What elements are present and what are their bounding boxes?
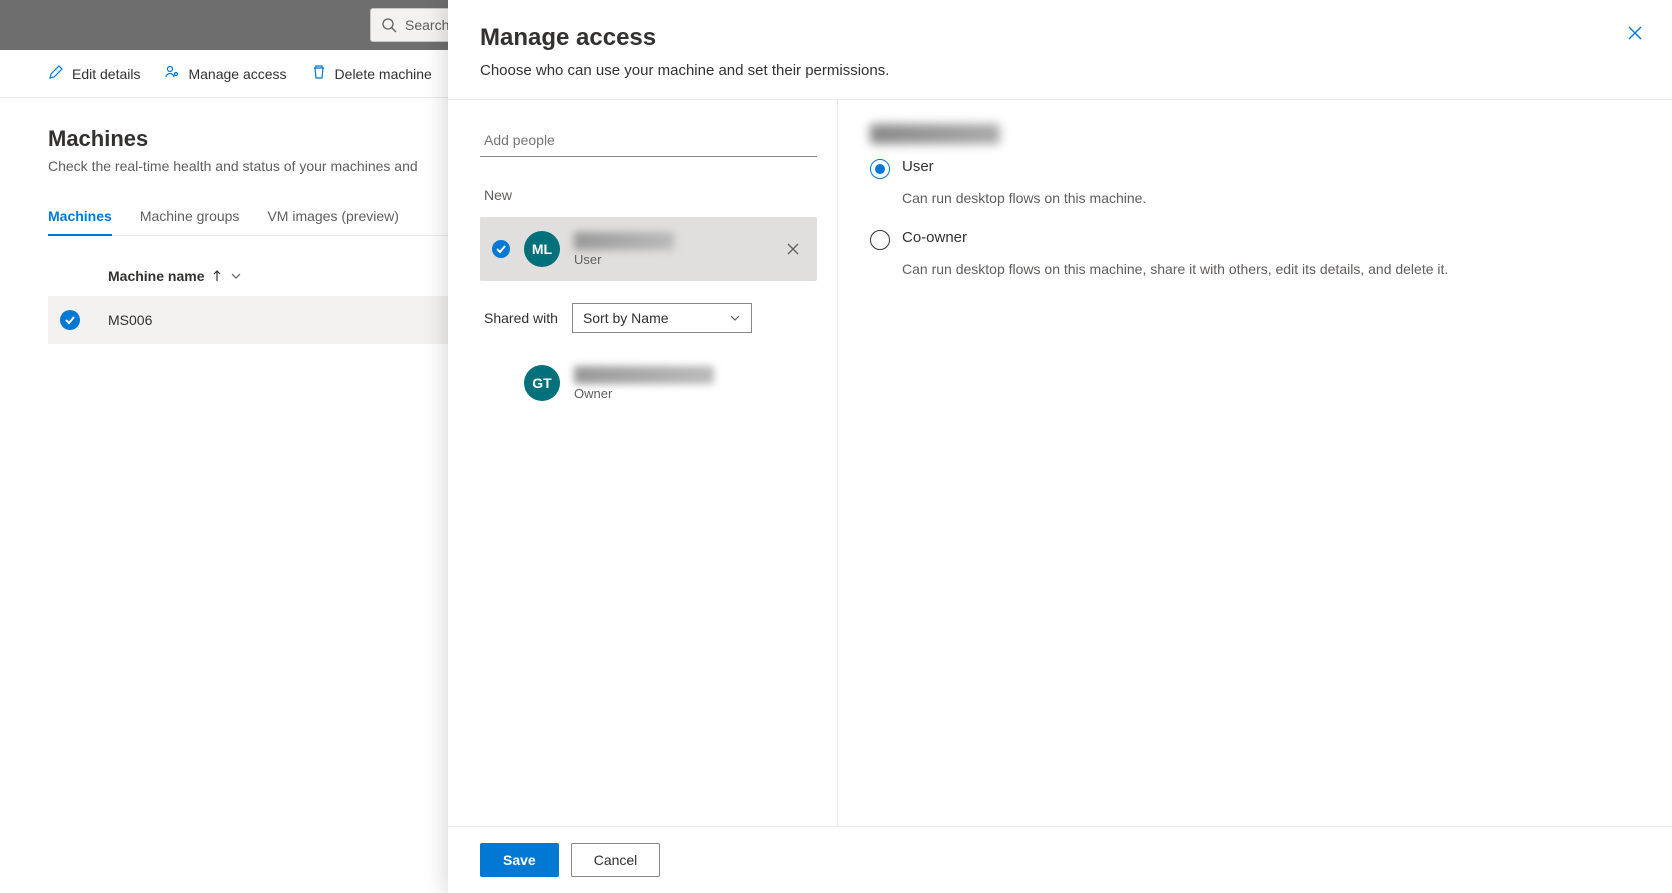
people-column: New ML User Shared with Sort by Name [448, 100, 838, 826]
permissions-column: User Can run desktop flows on this machi… [838, 100, 1672, 826]
tab-vm-images[interactable]: VM images (preview) [267, 198, 398, 236]
radio-desc-user: Can run desktop flows on this machine. [902, 189, 1462, 209]
selected-check-icon [492, 240, 510, 258]
avatar: GT [524, 365, 560, 401]
radio-input-coowner[interactable] [870, 230, 890, 250]
radio-coowner[interactable]: Co-owner [870, 229, 1640, 250]
delete-machine-button[interactable]: Delete machine [311, 64, 432, 83]
close-icon [786, 242, 800, 256]
remove-person-button[interactable] [781, 237, 805, 261]
pane-footer: Save Cancel [448, 826, 1672, 893]
add-people-input[interactable] [480, 124, 817, 157]
people-icon [164, 64, 180, 83]
pane-body: New ML User Shared with Sort by Name [448, 100, 1672, 826]
person-row-new[interactable]: ML User [480, 217, 817, 281]
person-role: Owner [574, 386, 805, 401]
shared-with-row: Shared with Sort by Name [484, 303, 817, 333]
pencil-icon [48, 64, 64, 83]
sort-by-value: Sort by Name [583, 310, 669, 326]
delete-machine-label: Delete machine [335, 66, 432, 82]
chevron-down-icon [230, 270, 242, 282]
person-info: User [574, 232, 767, 267]
column-label: Machine name [108, 268, 204, 284]
save-button[interactable]: Save [480, 843, 559, 877]
tab-machine-groups[interactable]: Machine groups [140, 198, 240, 236]
machine-name-cell: MS006 [108, 312, 152, 328]
person-name-redacted [574, 232, 674, 250]
chevron-down-icon [729, 312, 741, 324]
sort-up-icon [212, 270, 222, 282]
radio-input-user[interactable] [870, 159, 890, 179]
tab-machines[interactable]: Machines [48, 198, 112, 236]
pane-header: Manage access Choose who can use your ma… [448, 0, 1672, 100]
edit-details-label: Edit details [72, 66, 140, 82]
pane-title: Manage access [480, 24, 1640, 52]
row-selected-check-icon[interactable] [60, 310, 80, 330]
close-button[interactable] [1626, 24, 1644, 45]
section-new-label: New [484, 187, 817, 203]
search-icon [381, 17, 397, 33]
close-icon [1626, 24, 1644, 42]
radio-user[interactable]: User [870, 158, 1640, 179]
radio-desc-coowner: Can run desktop flows on this machine, s… [902, 260, 1462, 280]
trash-icon [311, 64, 327, 83]
person-row-shared[interactable]: GT Owner [480, 351, 817, 415]
manage-access-label: Manage access [188, 66, 286, 82]
selected-person-name-redacted [870, 124, 1000, 144]
shared-with-label: Shared with [484, 310, 558, 326]
cancel-button[interactable]: Cancel [571, 843, 661, 877]
avatar: ML [524, 231, 560, 267]
manage-access-pane: Manage access Choose who can use your ma… [448, 0, 1672, 893]
person-name-redacted [574, 366, 714, 384]
radio-label-user: User [902, 158, 934, 175]
person-role: User [574, 252, 767, 267]
sort-by-select[interactable]: Sort by Name [572, 303, 752, 333]
radio-label-coowner: Co-owner [902, 229, 967, 246]
edit-details-button[interactable]: Edit details [48, 64, 140, 83]
pane-subtitle: Choose who can use your machine and set … [480, 62, 1640, 79]
person-info: Owner [574, 366, 805, 401]
manage-access-button[interactable]: Manage access [164, 64, 286, 83]
search-placeholder: Search [405, 17, 449, 33]
